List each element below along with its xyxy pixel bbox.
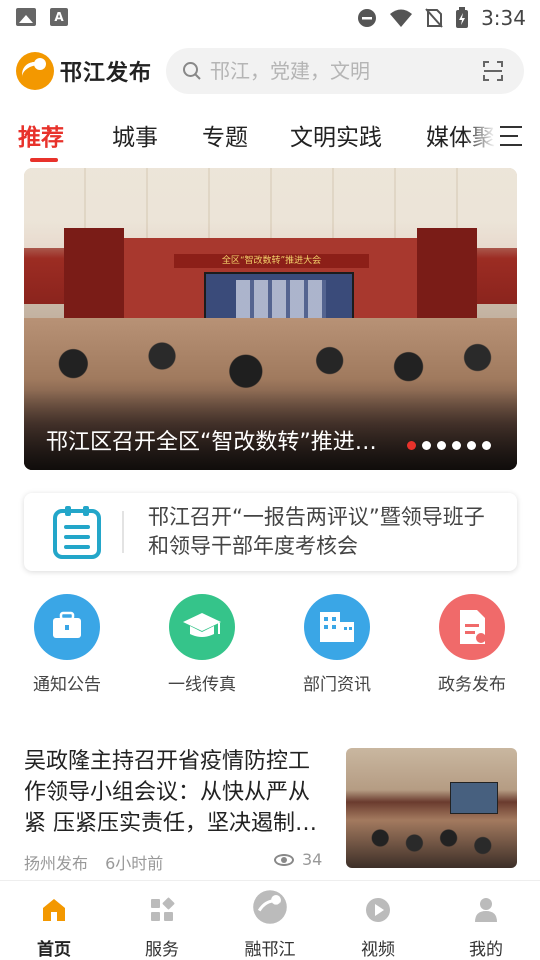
nav-label: 服务: [145, 940, 179, 960]
buildings-icon: [304, 594, 370, 660]
person-icon: [475, 898, 497, 922]
tab-topics[interactable]: 专题: [202, 118, 248, 152]
carousel-dot[interactable]: [407, 441, 416, 450]
tab-civilization[interactable]: 文明实践: [290, 118, 382, 152]
news-title: 吴政隆主持召开省疫情防控工作领导小组会议：从快从严从紧 压紧压实责任，坚决遏制疫…: [24, 749, 317, 836]
document-icon: [439, 594, 505, 660]
nav-label: 视频: [361, 940, 395, 960]
carousel-indicator: [407, 441, 491, 450]
no-sim-icon: [425, 8, 443, 28]
carousel-dot[interactable]: [467, 441, 476, 450]
brand-logo-icon: [16, 52, 54, 90]
news-views: 34: [274, 850, 322, 869]
quick-entry-label: 部门资讯: [303, 675, 371, 695]
carousel-dot[interactable]: [437, 441, 446, 450]
news-source: 扬州发布: [24, 854, 89, 873]
wifi-icon: [390, 9, 413, 27]
news-time: 6小时前: [105, 854, 164, 873]
bottom-navigation: 首页 服务 融邗江 视频 我的: [0, 880, 540, 960]
app-header: 邗江发布: [0, 44, 540, 100]
system-icons: 3:34: [357, 6, 526, 30]
app-name: 邗江发布: [60, 60, 153, 86]
nav-label: 首页: [37, 940, 71, 960]
news-view-count: 34: [302, 850, 323, 869]
scan-icon[interactable]: [482, 60, 504, 82]
search-bar[interactable]: [166, 48, 524, 94]
nav-home[interactable]: 首页: [0, 889, 108, 960]
status-bar: A 3:34: [0, 0, 540, 36]
quick-entry-label: 一线传真: [168, 675, 236, 695]
services-grid-icon: [151, 897, 175, 921]
quick-entry-government[interactable]: 政务发布: [412, 594, 532, 695]
quick-entries: 通知公告 一线传真 部门资讯 政务发布: [0, 590, 540, 700]
image-icon: [16, 8, 36, 26]
tab-fade: [464, 110, 504, 166]
nav-label: 我的: [469, 940, 503, 960]
nav-rong-hanjiang[interactable]: 融邗江: [216, 889, 324, 960]
notification-icons: A: [16, 8, 68, 26]
channel-menu-icon[interactable]: [500, 126, 526, 148]
carousel-dot[interactable]: [482, 441, 491, 450]
nav-profile[interactable]: 我的: [432, 889, 540, 960]
nav-label: 融邗江: [244, 940, 296, 960]
news-thumbnail: [346, 748, 517, 868]
battery-charging-icon: [456, 7, 469, 28]
briefcase-icon: [34, 594, 100, 660]
quick-entry-label: 通知公告: [33, 675, 101, 695]
play-circle-icon: [366, 898, 390, 922]
notice-text: 邗江召开“一报告两评议”暨领导班子和领导干部年度考核会: [148, 505, 485, 558]
quick-entry-departments[interactable]: 部门资讯: [277, 594, 397, 695]
carousel-dot[interactable]: [452, 441, 461, 450]
app-logo[interactable]: 邗江发布: [16, 52, 152, 90]
carousel-dot[interactable]: [422, 441, 431, 450]
eye-icon: [274, 853, 294, 866]
status-time: 3:34: [481, 6, 526, 30]
graduation-cap-icon: [169, 594, 235, 660]
news-meta: 扬州发布 6小时前: [24, 850, 175, 874]
a-app-icon: A: [50, 8, 68, 26]
search-icon: [183, 62, 201, 80]
do-not-disturb-icon: [358, 9, 377, 27]
quick-entry-label: 政务发布: [438, 675, 506, 695]
news-item[interactable]: 吴政隆主持召开省疫情防控工作领导小组会议：从快从严从紧 压紧压实责任，坚决遏制疫…: [0, 730, 540, 880]
quick-entry-notices[interactable]: 通知公告: [7, 594, 127, 695]
nav-video[interactable]: 视频: [324, 889, 432, 960]
tab-recommend[interactable]: 推荐: [18, 118, 64, 152]
banner-carousel[interactable]: 全区“智改数转”推进大会 邗江区召开全区“智改数转”推进大会: [24, 168, 517, 470]
tab-city[interactable]: 城事: [112, 118, 158, 152]
quick-entry-frontline[interactable]: 一线传真: [142, 594, 262, 695]
home-icon: [43, 899, 65, 921]
notice-card[interactable]: 邗江召开“一报告两评议”暨领导班子和领导干部年度考核会: [24, 493, 517, 571]
banner-title: 邗江区召开全区“智改数转”推进大会: [46, 430, 386, 455]
channel-tabs: 推荐 城事 专题 文明实践 媒体聚: [0, 110, 540, 166]
brand-logo-icon: [253, 890, 287, 924]
notice-divider: [122, 511, 124, 553]
clipboard-list-icon: [53, 506, 101, 559]
banner-sign-text: 全区“智改数转”推进大会: [174, 254, 369, 268]
search-input[interactable]: [210, 48, 470, 94]
active-tab-indicator: [30, 158, 58, 162]
nav-services[interactable]: 服务: [108, 889, 216, 960]
